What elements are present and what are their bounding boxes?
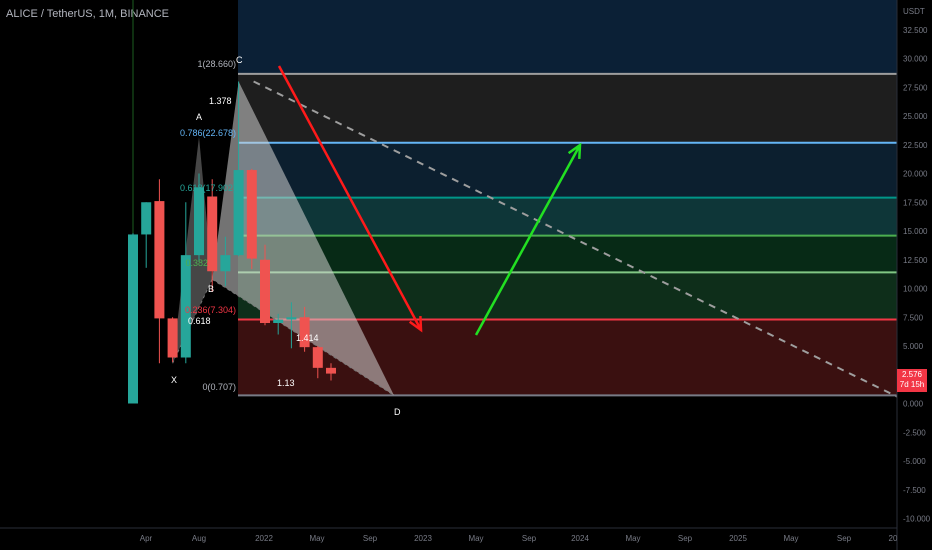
candle-body: [246, 170, 257, 259]
x-axis-tick: Sep: [363, 534, 378, 543]
y-axis-tick: 7.500: [903, 313, 924, 322]
x-axis-tick: 20: [889, 534, 898, 543]
x-axis-tick: May: [309, 534, 324, 543]
last-price-value: 2.576: [901, 370, 923, 379]
countdown-value: 7d 15h: [899, 380, 925, 389]
y-axis-tick: 15.000: [903, 227, 928, 236]
candle-body: [154, 201, 165, 319]
y-axis-tick: 30.000: [903, 55, 928, 64]
ratio-label-618: 0.618: [188, 316, 211, 326]
y-axis-tick: -10.000: [903, 515, 931, 524]
y-axis-tick: 5.000: [903, 342, 924, 351]
y-axis-tick: 32.500: [903, 26, 928, 35]
fib-zone: [238, 197, 897, 236]
y-axis-currency: USDT: [903, 7, 925, 16]
candle-body: [167, 318, 178, 358]
y-axis-tick: 25.000: [903, 112, 928, 121]
y-axis-tick: -5.000: [903, 457, 926, 466]
y-axis-tick: 20.000: [903, 170, 928, 179]
fib-zone: [238, 235, 897, 273]
x-axis-tick: Sep: [678, 534, 693, 543]
candle-body: [220, 255, 231, 272]
y-axis-tick: 12.500: [903, 256, 928, 265]
point-label-c: C: [236, 55, 243, 65]
ratio-label-1378: 1.378: [209, 96, 232, 106]
last-price-badge: 2.576 7d 15h: [897, 369, 927, 392]
point-label-b: B: [208, 284, 214, 294]
x-axis-tick: 2024: [571, 534, 589, 543]
x-axis-tick: May: [625, 534, 640, 543]
y-axis-tick: -2.500: [903, 428, 926, 437]
y-axis-tick: -7.500: [903, 486, 926, 495]
x-axis-tick: 2022: [255, 534, 273, 543]
fib-label-618: 0.618(17.902): [180, 183, 236, 193]
candle-body: [312, 347, 323, 368]
fib-label-top: 1(28.660): [197, 59, 236, 69]
ratio-label-1414: 1.414: [296, 333, 319, 343]
candle-body: [260, 259, 270, 323]
y-axis-tick: 10.000: [903, 285, 928, 294]
ratio-label-113: 1.13: [277, 378, 295, 388]
y-axis-tick: 0.000: [903, 400, 924, 409]
point-label-a: A: [196, 112, 202, 122]
point-label-d: D: [394, 407, 401, 417]
x-axis-tick: Apr: [140, 534, 153, 543]
pattern-triangle-xab: [172, 136, 213, 364]
candle-body: [128, 234, 138, 404]
fib-label-786: 0.786(22.678): [180, 128, 236, 138]
candle-body: [194, 187, 204, 256]
x-axis-tick: Sep: [522, 534, 537, 543]
candle-body: [207, 196, 218, 272]
y-axis-tick: 17.500: [903, 198, 928, 207]
y-axis-tick: 22.500: [903, 141, 928, 150]
fib-zone: [238, 73, 897, 143]
chart-canvas[interactable]: 1(28.660) 0.786(22.678) 0.618(17.902) 0.382…: [0, 0, 932, 550]
candle-body: [286, 317, 297, 320]
x-axis-tick: Sep: [837, 534, 852, 543]
y-axis-tick: 27.500: [903, 83, 928, 92]
fib-label-zero: 0(0.707): [202, 382, 236, 392]
point-label-x: X: [171, 375, 177, 385]
fib-label-236: 0.236(7.304): [185, 305, 236, 315]
chart-window: ALICE / TetherUS, 1M, BINANCE 1(28.660) 0…: [0, 0, 932, 550]
fib-zone-top: [238, 0, 897, 74]
x-axis-tick: Aug: [192, 534, 206, 543]
x-axis-tick: 2023: [414, 534, 432, 543]
x-axis-tick: 2025: [729, 534, 747, 543]
candle-body: [273, 319, 284, 323]
candle-body: [141, 202, 152, 235]
x-axis-tick: May: [783, 534, 798, 543]
fib-label-382: 0.382: [185, 258, 208, 268]
candle-body: [326, 367, 336, 374]
x-axis-tick: May: [468, 534, 483, 543]
